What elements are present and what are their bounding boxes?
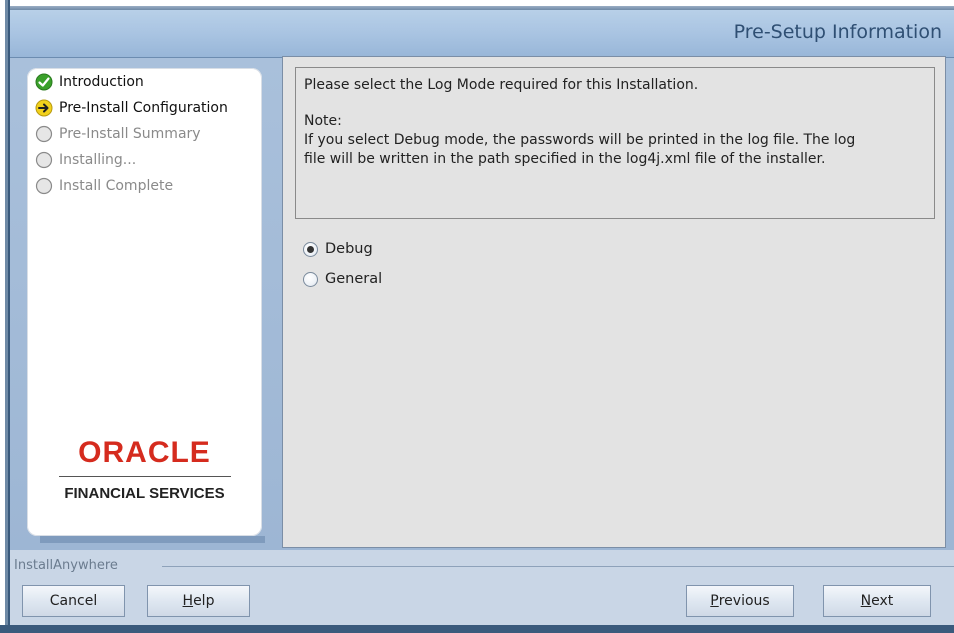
installanywhere-label: InstallAnywhere bbox=[14, 558, 118, 573]
oracle-financial-services-logo: ORACLE FINANCIAL SERVICES bbox=[27, 436, 262, 502]
empty-circle-icon bbox=[35, 125, 53, 143]
header-bar: Pre-Setup Information bbox=[10, 10, 954, 58]
radio-debug-label[interactable]: Debug bbox=[325, 241, 373, 257]
next-button-label: ext bbox=[871, 593, 894, 609]
installer-window: Pre-Setup Information Introduction Pre-I… bbox=[0, 0, 954, 633]
instruction-text: Please select the Log Mode required for … bbox=[304, 77, 699, 93]
help-button[interactable]: Help bbox=[147, 585, 250, 617]
footer-divider bbox=[162, 566, 954, 567]
footer-bar: InstallAnywhere Cancel Help Previous Nex… bbox=[10, 550, 954, 633]
logo-subtitle: FINANCIAL SERVICES bbox=[64, 485, 225, 502]
previous-button-label: revious bbox=[718, 593, 770, 609]
step-pre-install-configuration: Pre-Install Configuration bbox=[35, 95, 228, 121]
window-top-border bbox=[0, 0, 954, 10]
note-text-line-1: If you select Debug mode, the passwords … bbox=[304, 132, 856, 148]
panel-base-strip bbox=[40, 536, 265, 543]
arrow-circle-icon bbox=[35, 99, 53, 117]
step-label: Install Complete bbox=[59, 178, 174, 194]
steps-panel: Introduction Pre-Install Configuration P… bbox=[27, 68, 262, 536]
note-text-line-2: file will be written in the path specifi… bbox=[304, 151, 826, 167]
main-panel: Please select the Log Mode required for … bbox=[282, 56, 946, 548]
window-left-border bbox=[0, 0, 10, 633]
step-installing: Installing... bbox=[35, 147, 228, 173]
note-label: Note: bbox=[304, 113, 342, 129]
empty-circle-icon bbox=[35, 151, 53, 169]
logo-divider bbox=[58, 476, 231, 477]
page-title: Pre-Setup Information bbox=[733, 21, 942, 43]
cancel-button-label: Cancel bbox=[49, 593, 98, 609]
step-label: Installing... bbox=[59, 152, 137, 168]
radio-general[interactable]: General bbox=[303, 271, 382, 287]
help-button-mnemonic: H bbox=[182, 593, 194, 609]
radio-debug[interactable]: Debug bbox=[303, 241, 373, 257]
cancel-button[interactable]: Cancel bbox=[22, 585, 125, 617]
next-button[interactable]: Next bbox=[823, 585, 931, 617]
step-introduction: Introduction bbox=[35, 69, 228, 95]
step-label: Introduction bbox=[59, 74, 144, 90]
steps-list: Introduction Pre-Install Configuration P… bbox=[35, 69, 228, 199]
radio-general-label[interactable]: General bbox=[325, 271, 382, 287]
window-bottom-border bbox=[0, 625, 954, 633]
log-mode-info-box: Please select the Log Mode required for … bbox=[295, 67, 935, 219]
step-pre-install-summary: Pre-Install Summary bbox=[35, 121, 228, 147]
oracle-logo-text: ORACLE bbox=[78, 436, 211, 469]
radio-debug-indicator[interactable] bbox=[303, 241, 318, 257]
previous-button[interactable]: Previous bbox=[686, 585, 794, 617]
radio-general-indicator[interactable] bbox=[303, 271, 318, 287]
step-install-complete: Install Complete bbox=[35, 173, 228, 199]
step-label: Pre-Install Configuration bbox=[59, 100, 228, 116]
step-label: Pre-Install Summary bbox=[59, 126, 201, 142]
check-circle-icon bbox=[35, 73, 53, 91]
next-button-mnemonic: N bbox=[860, 593, 872, 609]
empty-circle-icon bbox=[35, 177, 53, 195]
previous-button-mnemonic: P bbox=[710, 593, 719, 609]
help-button-label: elp bbox=[193, 593, 215, 609]
